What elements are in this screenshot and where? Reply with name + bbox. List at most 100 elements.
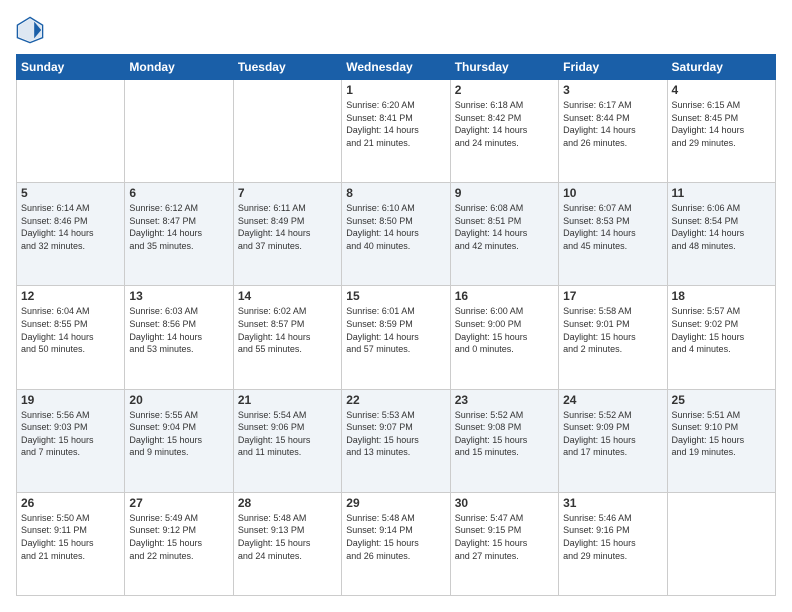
day-info: Sunrise: 6:00 AM Sunset: 9:00 PM Dayligh… (455, 305, 554, 355)
calendar-cell: 20Sunrise: 5:55 AM Sunset: 9:04 PM Dayli… (125, 389, 233, 492)
day-header: Tuesday (233, 55, 341, 80)
calendar-cell: 1 Sunrise: 6:20 AM Sunset: 8:41 PM Daylig… (342, 80, 450, 183)
calendar-cell: 2 Sunrise: 6:18 AM Sunset: 8:42 PM Daylig… (450, 80, 558, 183)
day-header: Friday (559, 55, 667, 80)
calendar-cell: 22Sunrise: 5:53 AM Sunset: 9:07 PM Dayli… (342, 389, 450, 492)
calendar-week: 12 Sunrise: 6:04 AM Sunset: 8:55 PM Dayli… (17, 286, 776, 389)
day-info: Sunrise: 6:15 AM Sunset: 8:45 PM Dayligh… (672, 99, 771, 149)
calendar-cell (667, 492, 775, 595)
calendar-week: 5 Sunrise: 6:14 AM Sunset: 8:46 PM Daylig… (17, 183, 776, 286)
day-info: Sunrise: 6:07 AM Sunset: 8:53 PM Dayligh… (563, 202, 662, 252)
calendar-cell: 8 Sunrise: 6:10 AM Sunset: 8:50 PM Daylig… (342, 183, 450, 286)
day-number: 28 (238, 496, 337, 510)
day-number: 19 (21, 393, 120, 407)
calendar-cell: 12 Sunrise: 6:04 AM Sunset: 8:55 PM Dayli… (17, 286, 125, 389)
logo-icon (16, 16, 44, 44)
day-info: Sunrise: 6:11 AM Sunset: 8:49 PM Dayligh… (238, 202, 337, 252)
calendar-header: SundayMondayTuesdayWednesdayThursdayFrid… (17, 55, 776, 80)
calendar-cell: 18 Sunrise: 5:57 AM Sunset: 9:02 PM Dayli… (667, 286, 775, 389)
day-header: Thursday (450, 55, 558, 80)
day-number: 2 (455, 83, 554, 97)
day-number: 15 (346, 289, 445, 303)
day-number: 1 (346, 83, 445, 97)
calendar-week: 19 Sunrise: 5:56 AM Sunset: 9:03 PM Dayli… (17, 389, 776, 492)
day-number: 8 (346, 186, 445, 200)
day-info: Sunrise: 5:46 AM Sunset: 9:16 PM Dayligh… (563, 512, 662, 562)
day-number: 27 (129, 496, 228, 510)
calendar-cell: 27Sunrise: 5:49 AM Sunset: 9:12 PM Dayli… (125, 492, 233, 595)
calendar-body: 1 Sunrise: 6:20 AM Sunset: 8:41 PM Daylig… (17, 80, 776, 596)
day-number: 29 (346, 496, 445, 510)
day-info: Sunrise: 5:51 AM Sunset: 9:10 PM Dayligh… (672, 409, 771, 459)
calendar-cell: 28 Sunrise: 5:48 AM Sunset: 9:13 PM Dayli… (233, 492, 341, 595)
day-number: 12 (21, 289, 120, 303)
calendar-cell: 21 Sunrise: 5:54 AM Sunset: 9:06 PM Dayli… (233, 389, 341, 492)
calendar-cell: 30 Sunrise: 5:47 AM Sunset: 9:15 PM Dayli… (450, 492, 558, 595)
calendar-cell: 5 Sunrise: 6:14 AM Sunset: 8:46 PM Daylig… (17, 183, 125, 286)
day-number: 16 (455, 289, 554, 303)
day-info: Sunrise: 5:48 AM Sunset: 9:14 PM Dayligh… (346, 512, 445, 562)
day-info: Sunrise: 5:56 AM Sunset: 9:03 PM Dayligh… (21, 409, 120, 459)
calendar-cell: 26 Sunrise: 5:50 AM Sunset: 9:11 PM Dayli… (17, 492, 125, 595)
day-info: Sunrise: 5:47 AM Sunset: 9:15 PM Dayligh… (455, 512, 554, 562)
day-info: Sunrise: 5:57 AM Sunset: 9:02 PM Dayligh… (672, 305, 771, 355)
day-number: 30 (455, 496, 554, 510)
calendar-cell: 3 Sunrise: 6:17 AM Sunset: 8:44 PM Daylig… (559, 80, 667, 183)
calendar-week: 26 Sunrise: 5:50 AM Sunset: 9:11 PM Dayli… (17, 492, 776, 595)
day-info: Sunrise: 6:04 AM Sunset: 8:55 PM Dayligh… (21, 305, 120, 355)
calendar-cell: 19 Sunrise: 5:56 AM Sunset: 9:03 PM Dayli… (17, 389, 125, 492)
day-info: Sunrise: 6:17 AM Sunset: 8:44 PM Dayligh… (563, 99, 662, 149)
day-info: Sunrise: 6:10 AM Sunset: 8:50 PM Dayligh… (346, 202, 445, 252)
day-info: Sunrise: 5:54 AM Sunset: 9:06 PM Dayligh… (238, 409, 337, 459)
day-number: 23 (455, 393, 554, 407)
day-number: 4 (672, 83, 771, 97)
calendar-cell: 31Sunrise: 5:46 AM Sunset: 9:16 PM Dayli… (559, 492, 667, 595)
calendar-cell: 29 Sunrise: 5:48 AM Sunset: 9:14 PM Dayli… (342, 492, 450, 595)
day-number: 26 (21, 496, 120, 510)
day-info: Sunrise: 6:08 AM Sunset: 8:51 PM Dayligh… (455, 202, 554, 252)
day-number: 21 (238, 393, 337, 407)
day-number: 25 (672, 393, 771, 407)
calendar-cell: 6 Sunrise: 6:12 AM Sunset: 8:47 PM Daylig… (125, 183, 233, 286)
day-number: 13 (129, 289, 228, 303)
day-info: Sunrise: 6:20 AM Sunset: 8:41 PM Dayligh… (346, 99, 445, 149)
day-info: Sunrise: 6:18 AM Sunset: 8:42 PM Dayligh… (455, 99, 554, 149)
day-info: Sunrise: 5:58 AM Sunset: 9:01 PM Dayligh… (563, 305, 662, 355)
day-info: Sunrise: 5:52 AM Sunset: 9:09 PM Dayligh… (563, 409, 662, 459)
calendar-cell: 25 Sunrise: 5:51 AM Sunset: 9:10 PM Dayli… (667, 389, 775, 492)
calendar-cell (125, 80, 233, 183)
day-info: Sunrise: 6:14 AM Sunset: 8:46 PM Dayligh… (21, 202, 120, 252)
day-number: 5 (21, 186, 120, 200)
logo (16, 16, 48, 44)
day-info: Sunrise: 5:50 AM Sunset: 9:11 PM Dayligh… (21, 512, 120, 562)
day-header: Sunday (17, 55, 125, 80)
day-number: 6 (129, 186, 228, 200)
day-info: Sunrise: 6:12 AM Sunset: 8:47 PM Dayligh… (129, 202, 228, 252)
calendar-cell: 24 Sunrise: 5:52 AM Sunset: 9:09 PM Dayli… (559, 389, 667, 492)
day-number: 3 (563, 83, 662, 97)
day-number: 24 (563, 393, 662, 407)
calendar-cell: 13Sunrise: 6:03 AM Sunset: 8:56 PM Dayli… (125, 286, 233, 389)
day-number: 17 (563, 289, 662, 303)
calendar-cell: 16 Sunrise: 6:00 AM Sunset: 9:00 PM Dayli… (450, 286, 558, 389)
calendar-cell (17, 80, 125, 183)
calendar-cell: 23 Sunrise: 5:52 AM Sunset: 9:08 PM Dayli… (450, 389, 558, 492)
day-info: Sunrise: 5:55 AM Sunset: 9:04 PM Dayligh… (129, 409, 228, 459)
calendar-cell: 15 Sunrise: 6:01 AM Sunset: 8:59 PM Dayli… (342, 286, 450, 389)
day-number: 7 (238, 186, 337, 200)
day-number: 22 (346, 393, 445, 407)
header-row: SundayMondayTuesdayWednesdayThursdayFrid… (17, 55, 776, 80)
day-number: 14 (238, 289, 337, 303)
day-info: Sunrise: 6:02 AM Sunset: 8:57 PM Dayligh… (238, 305, 337, 355)
day-header: Saturday (667, 55, 775, 80)
day-header: Wednesday (342, 55, 450, 80)
day-info: Sunrise: 5:48 AM Sunset: 9:13 PM Dayligh… (238, 512, 337, 562)
header (16, 16, 776, 44)
calendar: SundayMondayTuesdayWednesdayThursdayFrid… (16, 54, 776, 596)
day-info: Sunrise: 5:52 AM Sunset: 9:08 PM Dayligh… (455, 409, 554, 459)
calendar-cell (233, 80, 341, 183)
calendar-week: 1 Sunrise: 6:20 AM Sunset: 8:41 PM Daylig… (17, 80, 776, 183)
day-header: Monday (125, 55, 233, 80)
day-info: Sunrise: 6:01 AM Sunset: 8:59 PM Dayligh… (346, 305, 445, 355)
day-number: 18 (672, 289, 771, 303)
